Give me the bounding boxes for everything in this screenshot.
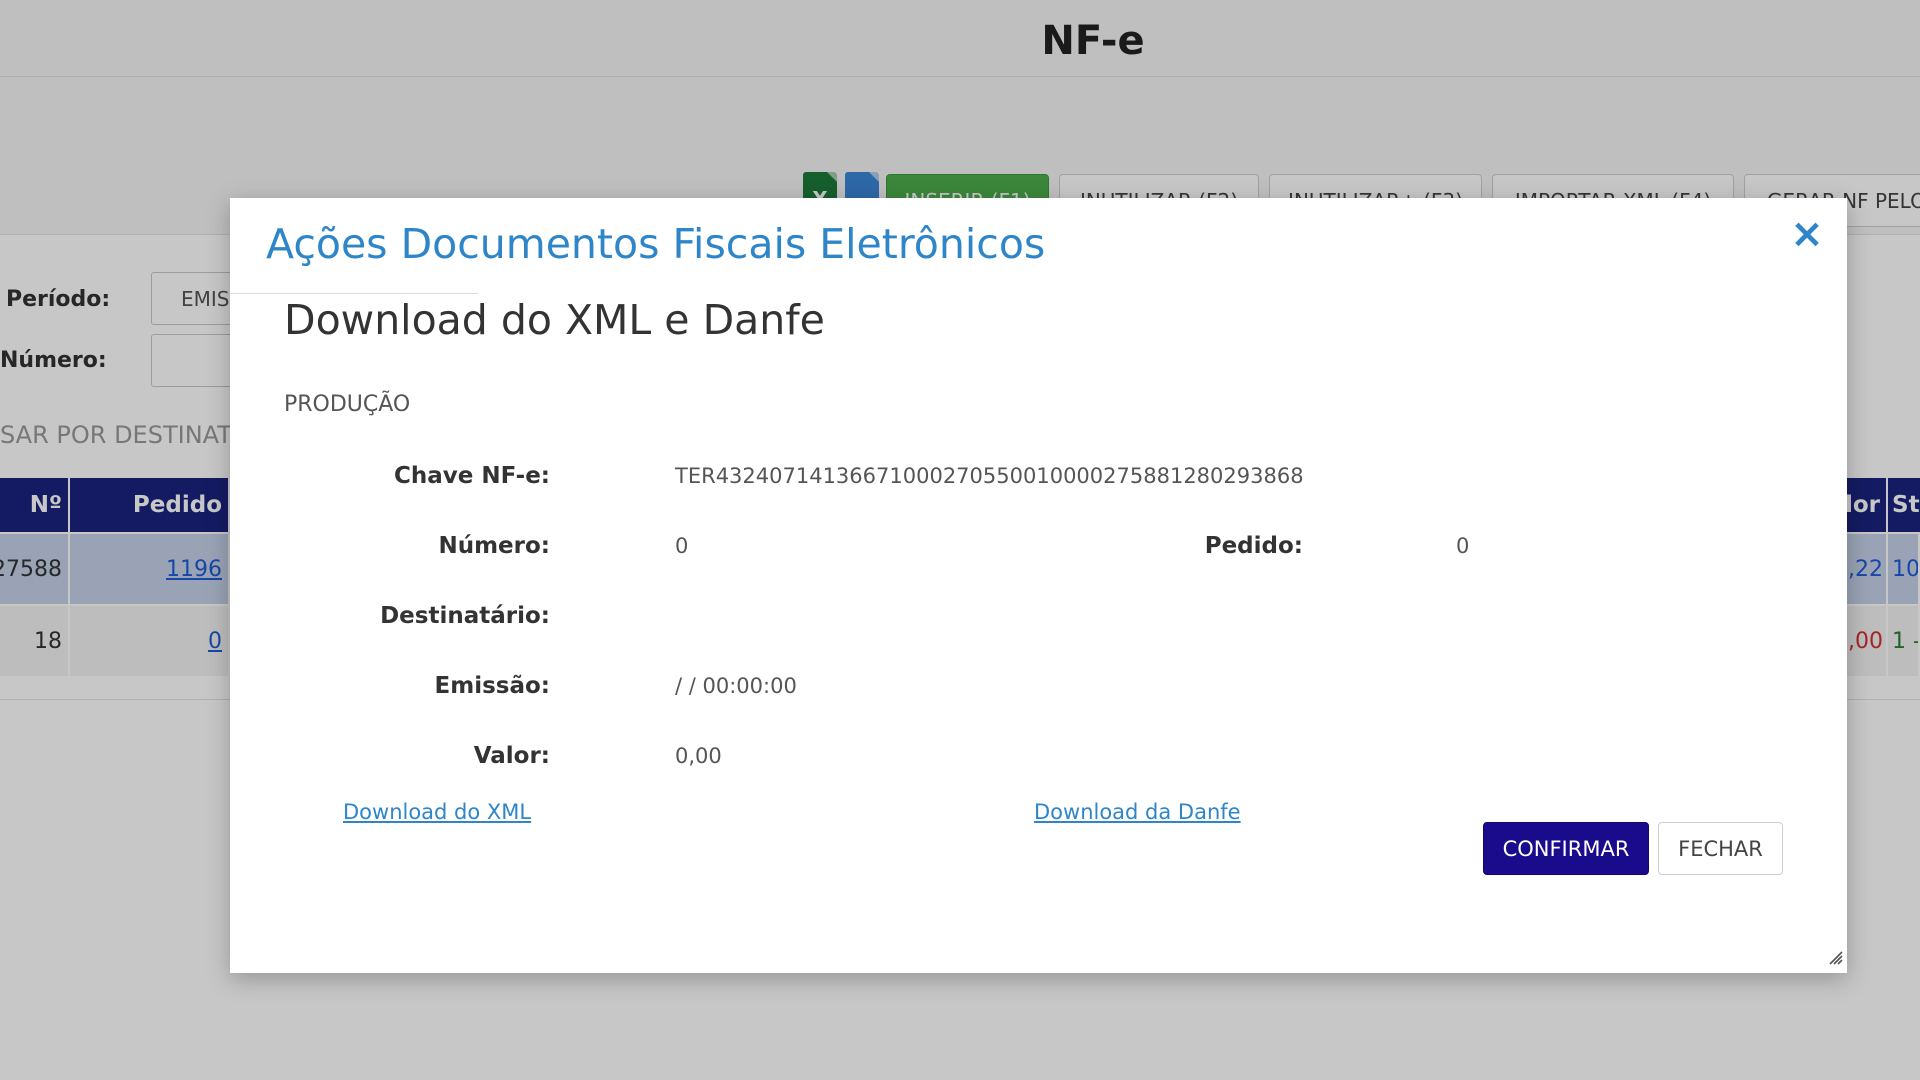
nfe-actions-dialog: Ações Documentos Fiscais Eletrônicos × D… [230,198,1847,973]
section-title: Download do XML e Danfe [284,296,825,344]
pedido-label: Pedido: [1204,533,1303,559]
dialog-title: Ações Documentos Fiscais Eletrônicos [266,220,1046,268]
numero-value: 0 [675,534,689,558]
resize-grip-icon[interactable] [1829,951,1843,965]
emissao-label: Emissão: [434,673,550,699]
close-icon[interactable]: × [1789,214,1825,254]
destinatario-label: Destinatário: [380,603,550,629]
close-button[interactable]: FECHAR [1658,822,1783,875]
chave-value: TER4324071413667100027055001000027588128… [675,464,1304,488]
emissao-value: / / 00:00:00 [675,674,797,698]
download-xml-link[interactable]: Download do XML [343,800,531,824]
title-divider [230,293,478,294]
download-danfe-link[interactable]: Download da Danfe [1034,800,1241,824]
valor-label: Valor: [473,743,550,769]
environment-label: PRODUÇÃO [284,392,411,417]
pedido-value: 0 [1456,534,1470,558]
chave-label: Chave NF-e: [394,463,550,489]
confirm-button[interactable]: CONFIRMAR [1483,822,1649,875]
numero-label: Número: [438,533,550,559]
valor-value: 0,00 [675,744,722,768]
